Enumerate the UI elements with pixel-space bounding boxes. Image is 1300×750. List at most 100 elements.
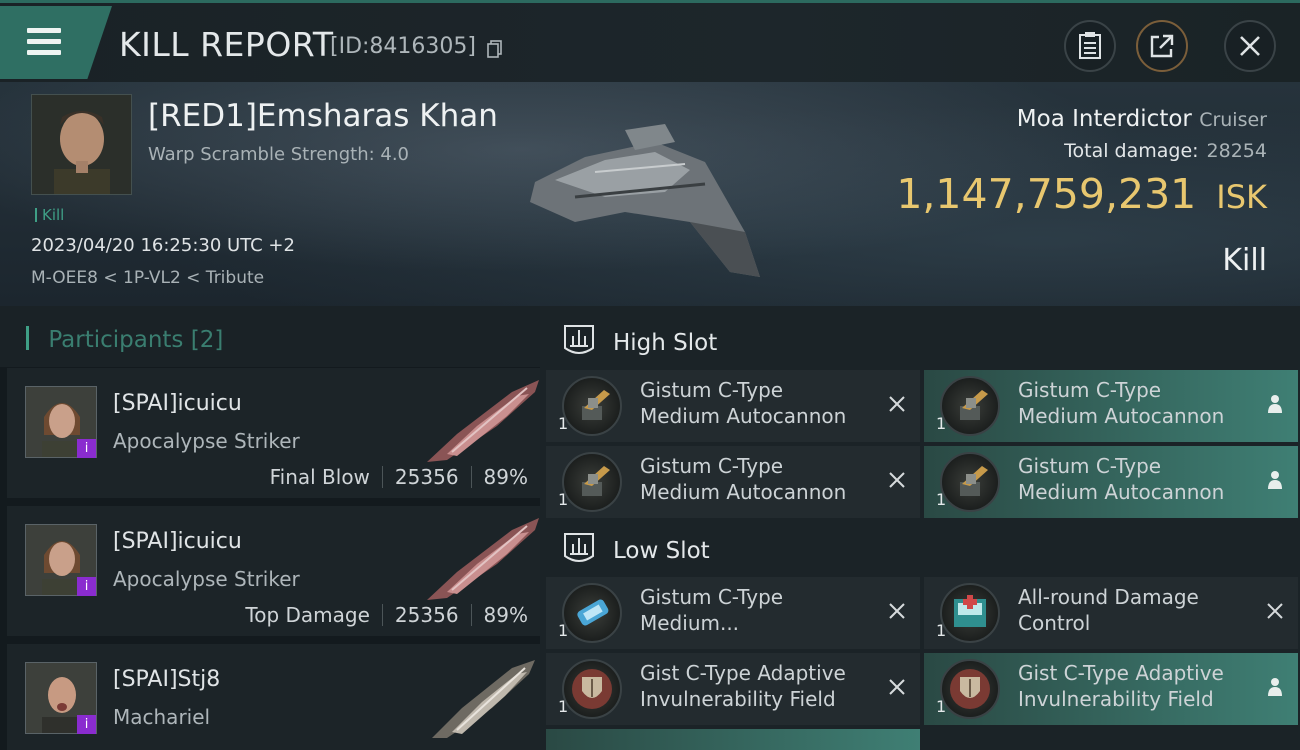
destroyed-icon xyxy=(886,599,908,623)
menu-button[interactable] xyxy=(0,6,112,79)
page-title: KILL REPORT xyxy=(119,25,334,64)
module-quantity: 1 xyxy=(558,490,569,509)
total-damage-value: 28254 xyxy=(1206,140,1267,162)
participants-header: Participants [2] xyxy=(0,306,540,367)
share-icon xyxy=(1150,34,1174,58)
clipboard-button[interactable] xyxy=(1064,20,1116,72)
faction-badge-icon: i xyxy=(77,439,96,458)
stat-divider xyxy=(470,466,472,488)
isk-value: 1,147,759,231 xyxy=(896,170,1197,218)
module-item-partial[interactable] xyxy=(546,729,920,750)
participant-name[interactable]: [SPAI]icuicu xyxy=(113,391,242,416)
dropped-person-icon xyxy=(1264,468,1286,492)
copy-icon[interactable] xyxy=(487,40,503,58)
module-item[interactable]: 1 Gistum C-Type Medium Autocannon xyxy=(924,370,1298,442)
destroyed-icon xyxy=(886,468,908,492)
participant-ship: Apocalypse Striker xyxy=(113,567,300,591)
module-name-line2: Invulnerability Field xyxy=(640,687,836,711)
participant-card[interactable]: i [SPAI]Stj8 Machariel xyxy=(7,644,540,750)
participant-ship-image xyxy=(427,518,539,600)
participant-name[interactable]: [SPAI]Stj8 xyxy=(113,667,220,692)
participants-label: Participants xyxy=(48,327,184,353)
module-name-line1: Gistum C-Type xyxy=(1018,454,1162,478)
participants-count: [2] xyxy=(190,327,224,353)
module-name-line2: Medium Autocannon xyxy=(1018,480,1225,504)
autocannon-icon xyxy=(940,376,1000,436)
module-item[interactable]: 1 Gistum C-Type Medium Autocannon xyxy=(546,446,920,518)
module-quantity: 1 xyxy=(936,697,947,716)
low-slot-header: Low Slot xyxy=(546,518,1300,582)
canister-icon xyxy=(562,583,622,643)
kill-result: Kill xyxy=(1222,243,1267,278)
module-quantity: 1 xyxy=(936,490,947,509)
participant-role: Final Blow xyxy=(269,465,370,489)
close-button[interactable] xyxy=(1224,20,1276,72)
stat-divider xyxy=(381,466,383,488)
destroyed-icon xyxy=(1264,599,1286,623)
victim-ship-line: Moa Interdictor Cruiser xyxy=(1017,106,1267,132)
kill-datetime: 2023/04/20 16:25:30 UTC +2 xyxy=(31,235,295,256)
module-item[interactable]: 1 Gistum C-Type Medium Autocannon xyxy=(546,370,920,442)
header-bar: KILL REPORT [ID:8416305] xyxy=(0,0,1300,82)
destroyed-icon xyxy=(886,392,908,416)
module-name-line2: Medium Autocannon xyxy=(640,480,847,504)
participant-stats: Final Blow 25356 89% xyxy=(270,465,528,489)
victim-name[interactable]: [RED1]Emsharas Khan xyxy=(148,98,498,134)
total-damage-label: Total damage: xyxy=(1064,140,1199,162)
damage-control-icon xyxy=(940,583,1000,643)
module-name-line2: Medium Autocannon xyxy=(640,404,847,428)
victim-ship-image[interactable] xyxy=(515,102,775,292)
isk-unit: ISK xyxy=(1216,178,1267,216)
victim-ship-class: Cruiser xyxy=(1199,109,1267,131)
module-name-line1: Gistum C-Type xyxy=(640,454,784,478)
module-name: Gistum C-Type Medium Autocannon xyxy=(640,453,870,505)
module-quantity: 1 xyxy=(936,621,947,640)
participant-card[interactable]: i [SPAI]icuicu Apocalypse Striker Final … xyxy=(7,368,540,498)
victim-portrait[interactable] xyxy=(31,94,132,195)
participant-ship-image xyxy=(432,660,535,738)
stat-divider xyxy=(381,604,383,626)
participant-damage: 25356 xyxy=(394,465,459,489)
faction-badge-icon: i xyxy=(77,577,96,596)
dropped-person-icon xyxy=(1264,392,1286,416)
warp-scramble-strength: Warp Scramble Strength: 4.0 xyxy=(148,144,410,165)
module-quantity: 1 xyxy=(558,414,569,433)
participants-panel: Participants [2] i [SPAI]icuicu Apocalyp… xyxy=(0,306,540,750)
module-name: Gist C-Type Adaptive Invulnerability Fiel… xyxy=(640,660,870,712)
low-slot-label: Low Slot xyxy=(613,538,710,564)
stat-divider xyxy=(470,604,472,626)
destroyed-icon xyxy=(886,675,908,699)
high-slot-label: High Slot xyxy=(613,330,718,356)
close-icon xyxy=(1240,36,1260,56)
shield-field-icon xyxy=(940,659,1000,719)
module-name-line1: Gistum C-Type xyxy=(1018,378,1162,402)
module-name: All-round Damage Control xyxy=(1018,584,1248,636)
faction-badge-icon: i xyxy=(77,715,96,734)
victim-panel: [RED1]Emsharas Khan Warp Scramble Streng… xyxy=(0,82,1300,306)
participant-percent: 89% xyxy=(483,465,528,489)
autocannon-icon xyxy=(940,452,1000,512)
hamburger-icon xyxy=(27,28,61,61)
module-name-line2: Medium Autocannon xyxy=(1018,404,1225,428)
victim-ship-name[interactable]: Moa Interdictor xyxy=(1017,106,1192,132)
participant-name[interactable]: [SPAI]icuicu xyxy=(113,529,242,554)
shield-field-icon xyxy=(562,659,622,719)
participant-card[interactable]: i [SPAI]icuicu Apocalypse Striker Top Da… xyxy=(7,506,540,636)
module-quantity: 1 xyxy=(558,697,569,716)
module-item[interactable]: 1 All-round Damage Control xyxy=(924,577,1298,649)
share-button[interactable] xyxy=(1136,20,1188,72)
module-item[interactable]: 1 Gistum C-Type Medium Autocannon xyxy=(924,446,1298,518)
module-name: Gist C-Type Adaptive Invulnerability Fiel… xyxy=(1018,660,1248,712)
module-item[interactable]: 1 Gistum C-Type Medium... xyxy=(546,577,920,649)
participant-ship: Machariel xyxy=(113,705,211,729)
participant-percent: 89% xyxy=(483,603,528,627)
participant-damage: 25356 xyxy=(394,603,459,627)
clipboard-icon xyxy=(1079,32,1101,59)
module-quantity: 1 xyxy=(558,621,569,640)
module-name-line1: All-round Damage xyxy=(1018,585,1199,609)
module-item[interactable]: 1 Gist C-Type Adaptive Invulnerability Fi… xyxy=(546,653,920,725)
isk-value-line: 1,147,759,231 ISK xyxy=(896,170,1267,218)
module-item[interactable]: 1 Gist C-Type Adaptive Invulnerability Fi… xyxy=(924,653,1298,725)
total-damage: Total damage: 28254 xyxy=(1064,140,1267,162)
kill-location[interactable]: M-OEE8 < 1P-VL2 < Tribute xyxy=(31,268,264,288)
